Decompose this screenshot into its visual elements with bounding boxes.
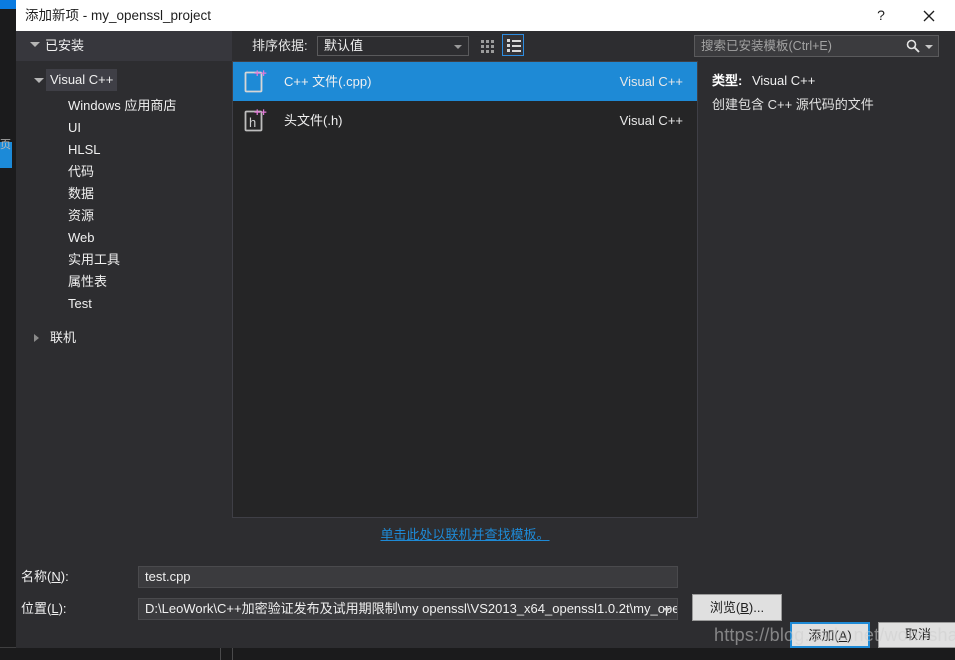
template-name: 头文件(.h) bbox=[284, 113, 343, 128]
tree-item-online[interactable]: 联机 bbox=[16, 327, 232, 349]
name-label: 名称(N): bbox=[21, 569, 69, 584]
add-button[interactable]: 添加(A) bbox=[790, 622, 870, 648]
background-status-divider-1 bbox=[220, 648, 221, 660]
template-list: ++ C++ 文件(.cpp) Visual C++ h ++ 头文件(.h) … bbox=[232, 61, 698, 518]
search-input[interactable]: 搜索已安装模板(Ctrl+E) bbox=[694, 35, 939, 57]
background-left-panel bbox=[0, 9, 16, 660]
grid-view-glyph bbox=[481, 40, 495, 53]
svg-text:++: ++ bbox=[254, 68, 267, 80]
sort-by-dropdown[interactable]: 默认值 bbox=[317, 36, 469, 56]
location-value: D:\LeoWork\C++加密验证发布及试用期限制\my openssl\VS… bbox=[145, 601, 678, 616]
sort-by-value: 默认值 bbox=[324, 38, 364, 53]
cancel-button[interactable]: 取消 bbox=[878, 622, 955, 648]
find-templates-online-link[interactable]: 单击此处以联机并查找模板。 bbox=[232, 524, 698, 543]
tree-item-visual-cpp[interactable]: Visual C++ bbox=[16, 69, 232, 91]
chevron-down-icon[interactable] bbox=[663, 608, 671, 612]
tree-item-label: HLSL bbox=[68, 142, 101, 157]
sort-by-label: 排序依据: bbox=[252, 38, 308, 53]
tree-item-data[interactable]: 数据 bbox=[16, 183, 232, 205]
search-icon[interactable] bbox=[905, 38, 921, 54]
detail-type-value: Visual C++ bbox=[751, 73, 816, 88]
browse-button[interactable]: 浏览(B)... bbox=[692, 594, 782, 621]
tree-item-label: Test bbox=[68, 296, 92, 311]
list-view-glyph bbox=[507, 39, 521, 52]
grid-view-icon[interactable] bbox=[478, 36, 498, 56]
tree-item-ui[interactable]: UI bbox=[16, 117, 232, 139]
dialog-titlebar: 添加新项 - my_openssl_project ? bbox=[16, 0, 955, 31]
tree-item-label: 实用工具 bbox=[68, 252, 121, 267]
close-icon[interactable] bbox=[907, 0, 951, 31]
help-button[interactable]: ? bbox=[859, 0, 903, 31]
tree-item-property-sheets[interactable]: 属性表 bbox=[16, 271, 232, 293]
background-status-bar bbox=[0, 647, 955, 660]
installed-section-header[interactable]: 已安装 bbox=[16, 31, 232, 61]
chevron-down-icon[interactable] bbox=[925, 45, 933, 49]
template-row-header-file[interactable]: h ++ 头文件(.h) Visual C++ bbox=[233, 101, 697, 140]
tree-item-test[interactable]: Test bbox=[16, 293, 232, 315]
tree-item-label: 数据 bbox=[68, 186, 95, 201]
list-view-icon[interactable] bbox=[502, 34, 524, 56]
background-titlebar-strip bbox=[0, 0, 16, 9]
tree-item-resource[interactable]: 资源 bbox=[16, 205, 232, 227]
detail-type-label: 类型: bbox=[712, 73, 743, 88]
tree-item-label: 资源 bbox=[68, 208, 95, 223]
dialog-title: 添加新项 - my_openssl_project bbox=[25, 8, 212, 23]
tree-item-label: Web bbox=[68, 230, 95, 245]
tree-item-label: 属性表 bbox=[68, 274, 108, 289]
svg-text:++: ++ bbox=[254, 107, 267, 119]
dialog-toolbar: 已安装 排序依据: 默认值 搜索已安装模板(Ctrl+E) bbox=[16, 31, 955, 61]
dialog-form-area: 名称(N): test.cpp 位置(L): D:\LeoWork\C++加密验… bbox=[16, 550, 955, 648]
tree-item-code[interactable]: 代码 bbox=[16, 161, 232, 183]
background-status-divider-2 bbox=[232, 648, 233, 660]
tree-item-web[interactable]: Web bbox=[16, 227, 232, 249]
chevron-down-icon[interactable] bbox=[34, 78, 44, 83]
template-row-cpp-file[interactable]: ++ C++ 文件(.cpp) Visual C++ bbox=[233, 62, 697, 101]
chevron-right-icon[interactable] bbox=[34, 334, 39, 342]
detail-type-row: 类型: Visual C++ bbox=[712, 70, 815, 89]
cpp-file-icon: ++ bbox=[242, 68, 270, 96]
search-placeholder: 搜索已安装模板(Ctrl+E) bbox=[701, 39, 832, 53]
location-label: 位置(L): bbox=[21, 601, 67, 616]
template-name: C++ 文件(.cpp) bbox=[284, 74, 372, 89]
tree-item-label: Visual C++ bbox=[46, 69, 118, 91]
template-category: Visual C++ bbox=[619, 113, 683, 128]
tree-item-label: 代码 bbox=[68, 164, 95, 179]
tree-item-hlsl[interactable]: HLSL bbox=[16, 139, 232, 161]
template-detail-pane: 类型: Visual C++ 创建包含 C++ 源代码的文件 bbox=[698, 61, 955, 550]
add-new-item-dialog: 添加新项 - my_openssl_project ? 已安装 排序依据: 默认… bbox=[16, 0, 955, 648]
background-tab-label: 页 bbox=[0, 139, 11, 151]
location-input[interactable]: D:\LeoWork\C++加密验证发布及试用期限制\my openssl\VS… bbox=[138, 598, 678, 620]
chevron-down-icon bbox=[30, 42, 40, 47]
tree-item-utility[interactable]: 实用工具 bbox=[16, 249, 232, 271]
detail-description: 创建包含 C++ 源代码的文件 bbox=[712, 97, 874, 112]
name-input[interactable]: test.cpp bbox=[138, 566, 678, 588]
chevron-down-icon bbox=[454, 45, 462, 49]
tree-item-label: Windows 应用商店 bbox=[68, 98, 177, 113]
tree-item-label: UI bbox=[68, 120, 81, 135]
tree-item-label: 联机 bbox=[50, 330, 77, 345]
installed-section-label: 已安装 bbox=[45, 38, 85, 53]
tree-item-windows-store[interactable]: Windows 应用商店 bbox=[16, 95, 232, 117]
template-category: Visual C++ bbox=[619, 74, 683, 89]
header-file-icon: h ++ bbox=[242, 107, 270, 135]
template-category-tree: Visual C++ Windows 应用商店 UI HLSL 代码 数据 资源… bbox=[16, 61, 232, 550]
